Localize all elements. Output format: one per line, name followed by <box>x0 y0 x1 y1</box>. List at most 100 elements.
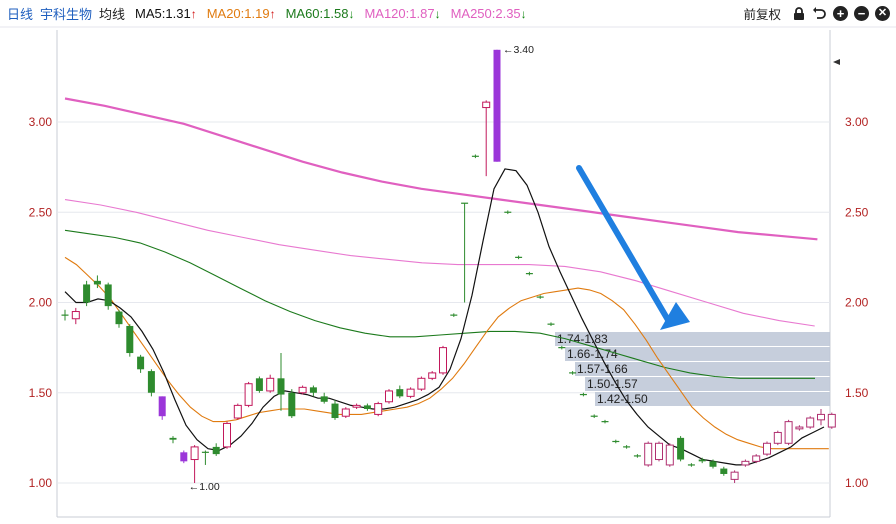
candle <box>298 385 307 395</box>
candlestick-chart[interactable]: 3.00 3.00 2.50 2.50 2.00 2.00 1.50 1.50 1.00 1.00… <box>0 0 896 524</box>
candle-body <box>93 280 101 285</box>
candle <box>633 454 641 458</box>
candle-body <box>644 442 653 466</box>
candle <box>374 401 383 417</box>
candle <box>806 416 815 429</box>
candle <box>752 454 761 464</box>
candle <box>439 345 447 375</box>
ma-legend-item: MA250:2.35↓ <box>451 6 527 21</box>
candle <box>720 466 728 476</box>
candle-body <box>212 446 220 455</box>
ma-legend-label: MA20:1.19 <box>206 5 270 21</box>
candle <box>288 389 296 419</box>
candle-body <box>83 284 91 303</box>
candle-body <box>439 347 447 374</box>
candle <box>363 403 371 411</box>
candle-body <box>288 392 296 417</box>
candle <box>827 412 836 429</box>
period-tab-daily[interactable]: 日线 <box>7 4 33 23</box>
candle-body <box>374 403 383 415</box>
candle <box>795 425 804 431</box>
candle-body <box>763 442 771 455</box>
candle <box>644 441 653 467</box>
candle <box>493 49 501 162</box>
candle <box>93 275 101 289</box>
arrow-down-icon: ↓ <box>434 6 441 21</box>
stock-name[interactable]: 宇科生物 <box>40 4 92 23</box>
candle <box>773 430 782 446</box>
high-price-annotation: ←3.40 <box>503 44 534 56</box>
candle-body <box>352 404 361 408</box>
candle <box>277 353 285 411</box>
candle <box>482 100 491 177</box>
candle-body <box>331 403 339 419</box>
candle <box>590 414 598 419</box>
close-icon[interactable]: ✕ <box>875 6 890 21</box>
candle-body <box>428 372 437 379</box>
candle <box>137 354 145 373</box>
candle <box>341 407 350 419</box>
y-tick-label-left: 3.00 <box>29 115 53 129</box>
highlight-arrow <box>576 165 671 323</box>
candle-body <box>341 408 350 417</box>
candle <box>61 309 69 321</box>
candle <box>244 381 253 408</box>
candle <box>309 385 317 397</box>
candle-body <box>277 378 285 395</box>
price-range-label: 1.57-1.66 <box>577 362 628 376</box>
candle-body <box>223 422 231 448</box>
chart-toolbar: 日线 宇科生物 均线 MA5:1.31↑ MA20:1.19↑ MA60:1.58↓… <box>0 0 896 26</box>
candle <box>623 445 631 449</box>
candle-body <box>385 390 393 403</box>
candle <box>233 403 242 420</box>
candle <box>730 470 739 483</box>
candle-body <box>180 452 188 462</box>
ma250-line <box>64 97 818 241</box>
candle-body <box>169 437 177 440</box>
scroll-marker-icon <box>833 59 840 65</box>
candle <box>180 450 188 464</box>
candle-body <box>720 468 728 474</box>
candle <box>450 313 458 317</box>
lock-icon[interactable] <box>791 6 806 21</box>
avg-line-label[interactable]: 均线 <box>99 4 125 23</box>
candle <box>190 445 199 483</box>
restore-rights-selector[interactable]: 前复权 <box>743 4 781 23</box>
candle-body <box>266 377 275 392</box>
candle-body <box>482 101 491 109</box>
zoom-in-icon[interactable]: + <box>833 6 848 21</box>
zoom-out-icon[interactable]: − <box>854 6 869 21</box>
arrow-down-icon: ↓ <box>520 6 527 21</box>
candle <box>158 396 166 420</box>
candle <box>558 345 566 350</box>
ma120-line <box>64 199 815 327</box>
candle <box>115 309 123 328</box>
candle-body <box>320 396 328 402</box>
ma-legend-item: MA20:1.19↑ <box>207 6 276 21</box>
candle-body <box>363 405 371 409</box>
candle <box>504 210 512 215</box>
ma-legend-item: MA5:1.31↑ <box>135 6 197 21</box>
candle-body <box>677 437 685 460</box>
candle-body <box>115 311 123 325</box>
candle-body <box>255 378 263 391</box>
candle <box>352 403 361 409</box>
candle-body <box>104 284 112 307</box>
candle-body <box>71 311 80 320</box>
price-range-label: 1.66-1.74 <box>567 347 618 361</box>
candle-body <box>396 389 404 397</box>
candle <box>665 443 674 467</box>
candle-body <box>406 388 415 397</box>
candle <box>71 307 80 325</box>
candle-body <box>773 431 782 444</box>
candle <box>687 463 695 467</box>
candle-body <box>730 471 739 480</box>
candle <box>817 408 825 426</box>
y-tick-label-left: 1.50 <box>29 386 53 400</box>
candle <box>266 374 275 393</box>
candle-body <box>795 426 804 430</box>
ma-legend-label: MA5:1.31 <box>135 5 191 21</box>
candle <box>601 419 609 424</box>
undo-icon[interactable] <box>812 6 827 21</box>
candle-body <box>784 421 793 444</box>
